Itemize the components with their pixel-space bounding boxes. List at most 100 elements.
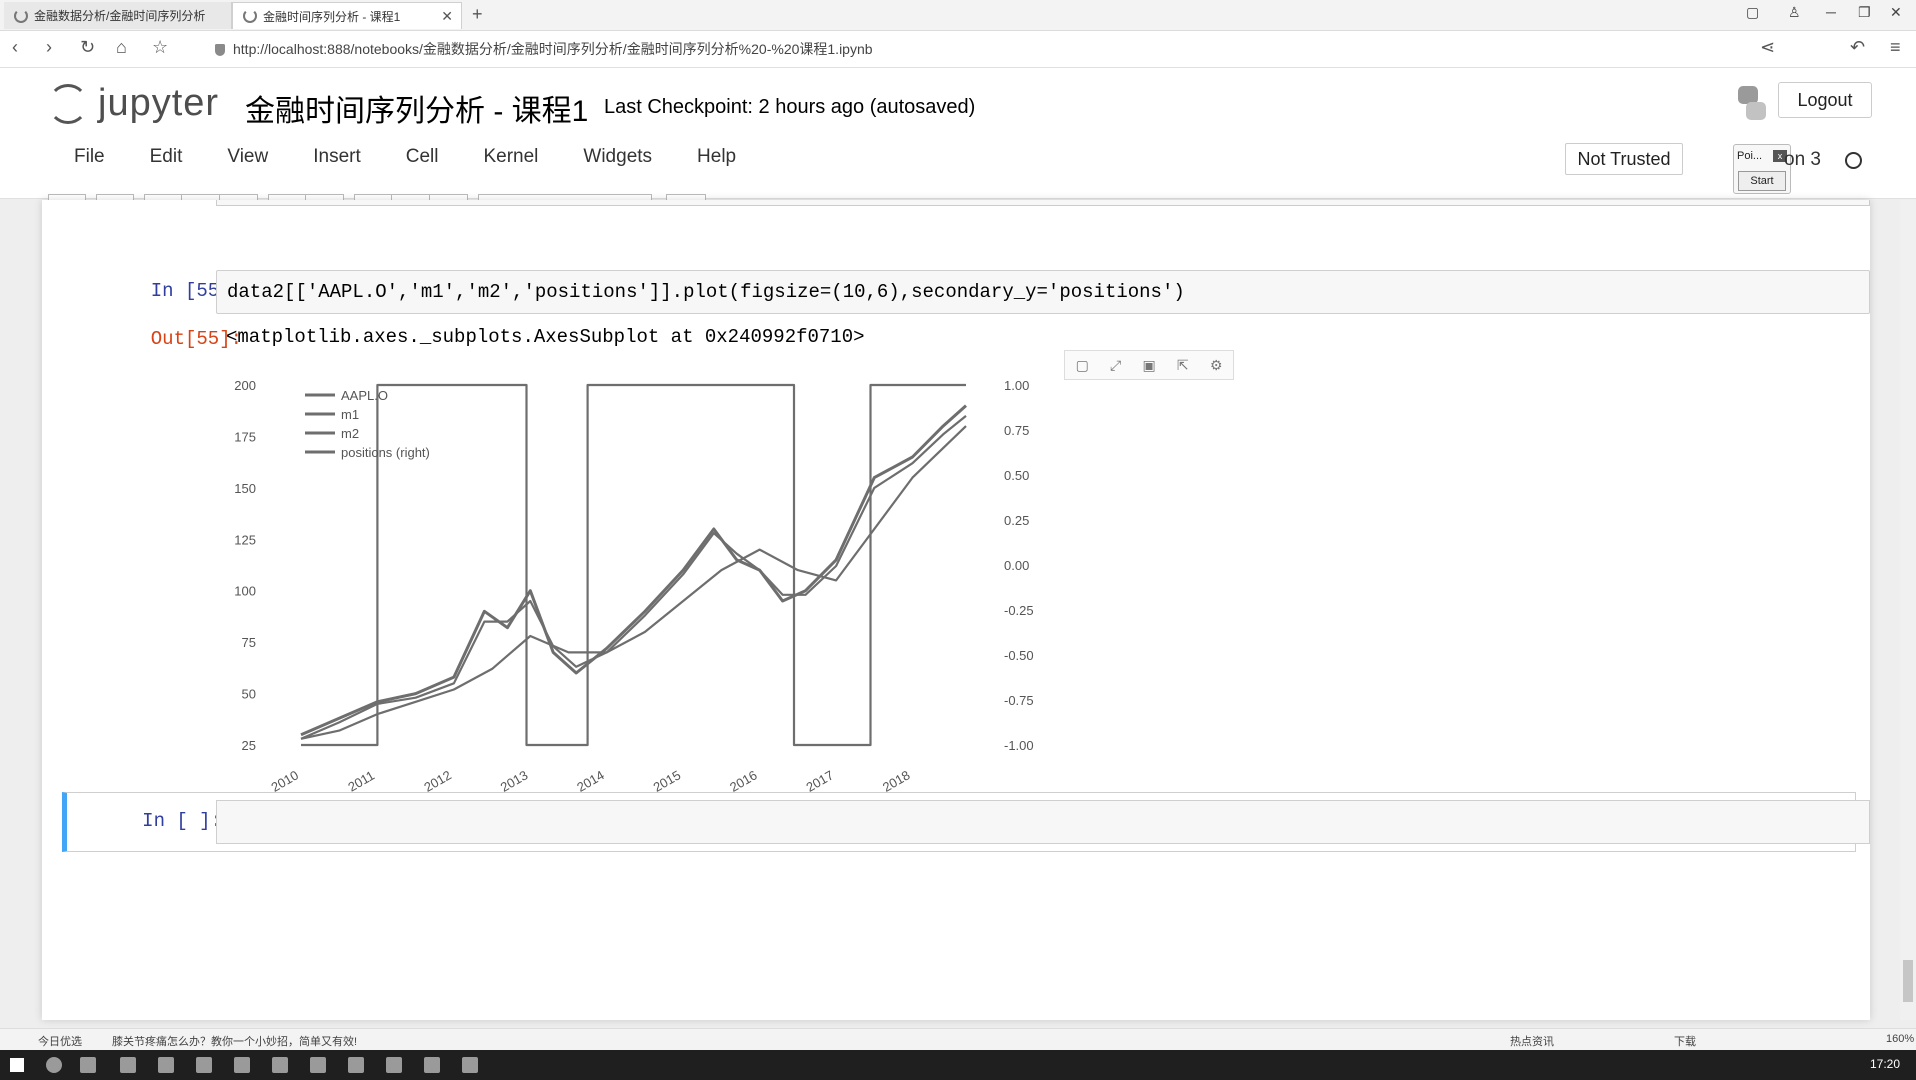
new-tab-icon[interactable]: +: [472, 4, 483, 25]
x-tick-label: 2016: [727, 767, 760, 794]
popover-start-button[interactable]: Start: [1738, 171, 1786, 191]
status-news-text[interactable]: 膝关节疼痛怎么办？教你一个小妙招，简单又有效!: [112, 1033, 357, 1049]
input-prompt-empty: In [ ]:: [142, 810, 222, 832]
not-trusted-button[interactable]: Not Trusted: [1565, 143, 1683, 175]
series-line-m2: [300, 425, 967, 740]
line-chart: 25 50 75 100 125 150 175 200 -1.00 -0.75 -0.50 -0.2…: [234, 378, 1034, 815]
y-tick-label-right: 0.75: [1004, 423, 1029, 438]
address-bar: ‹ › ↻ ⌂ ☆ http://localhost:888/notebooks…: [0, 31, 1916, 68]
y-tick-label-left: 25: [242, 738, 256, 753]
app-icon-4[interactable]: [234, 1057, 250, 1073]
reload-icon[interactable]: ↻: [80, 37, 95, 58]
status-hot-text[interactable]: 热点资讯: [1510, 1033, 1554, 1049]
close-tab-icon[interactable]: ✕: [441, 8, 453, 25]
app-icon-9[interactable]: [424, 1057, 440, 1073]
y-tick-label-left: 75: [242, 635, 256, 650]
security-shield-icon: [215, 44, 225, 57]
menu-file[interactable]: File: [74, 146, 105, 168]
status-left-text[interactable]: 今日优选: [38, 1033, 82, 1049]
x-tick-label: 2010: [268, 767, 301, 794]
maximize-icon[interactable]: ❐: [1858, 4, 1871, 21]
output-prompt: Out[55]:: [150, 328, 242, 350]
menu-bar: File Edit View Insert Cell Kernel Widget…: [74, 146, 781, 168]
y-tick-label-right: -0.75: [1004, 693, 1034, 708]
menu-view[interactable]: View: [227, 146, 268, 168]
popover-label: Poi...: [1737, 150, 1763, 162]
shirt-icon[interactable]: ♙: [1788, 4, 1801, 21]
task-view-icon[interactable]: [80, 1057, 96, 1073]
code-cell-input[interactable]: data2[['AAPL.O','m1','m2','positions']].…: [216, 270, 1870, 314]
tab-label: 金融数据分析/金融时间序列分析: [34, 9, 206, 23]
y-tick-label-left: 200: [234, 378, 256, 393]
url-text: http://localhost:888/notebooks/金融数据分析/金融…: [233, 41, 873, 57]
pointer-popover: Poi... x Start: [1733, 144, 1791, 194]
browser-tab-bar: 金融数据分析/金融时间序列分析 金融时间序列分析 - 课程1 ✕ + ▢ ♙ ─…: [0, 0, 1916, 31]
app-icon-2[interactable]: [158, 1057, 174, 1073]
scrollbar-thumb[interactable]: [1903, 960, 1913, 1002]
forward-icon[interactable]: ›: [46, 37, 52, 58]
x-tick-label: 2017: [804, 767, 837, 794]
y-tick-label-right: 0.50: [1004, 468, 1029, 483]
y-tick-label-right: -0.50: [1004, 648, 1034, 663]
page-scrollbar[interactable]: [1900, 200, 1916, 1020]
logout-button[interactable]: Logout: [1778, 82, 1872, 118]
menu-help[interactable]: Help: [697, 146, 736, 168]
menu-insert[interactable]: Insert: [313, 146, 361, 168]
home-icon[interactable]: ⌂: [116, 37, 127, 58]
x-tick-label: 2013: [498, 767, 531, 794]
notebook-title[interactable]: 金融时间序列分析 - 课程1: [245, 86, 588, 130]
browser-tab-2[interactable]: 金融时间序列分析 - 课程1 ✕: [232, 2, 462, 29]
legend-label: m2: [341, 426, 359, 441]
tab-count-icon[interactable]: ▢: [1746, 4, 1759, 21]
app-icon-1[interactable]: [120, 1057, 136, 1073]
jupyter-logo[interactable]: jupyter: [48, 82, 219, 125]
app-icon-5[interactable]: [272, 1057, 288, 1073]
app-icon-8[interactable]: [386, 1057, 402, 1073]
menu-edit[interactable]: Edit: [150, 146, 183, 168]
menu-widgets[interactable]: Widgets: [583, 146, 652, 168]
y-tick-label-right: 0.25: [1004, 513, 1029, 528]
app-icon-3[interactable]: [196, 1057, 212, 1073]
browser-menu-icon[interactable]: ≡: [1890, 37, 1901, 58]
x-tick-label: 2012: [421, 767, 454, 794]
x-tick-label: 2018: [880, 767, 913, 794]
share-icon[interactable]: ⋖: [1760, 37, 1775, 58]
app-icon-10[interactable]: [462, 1057, 478, 1073]
x-tick-label: 2015: [651, 767, 684, 794]
previous-cell[interactable]: [216, 200, 1870, 206]
windows-start-icon[interactable]: [10, 1058, 24, 1072]
tab-label: 金融时间序列分析 - 课程1: [263, 9, 401, 24]
status-download-text[interactable]: 下载: [1674, 1033, 1696, 1049]
menu-cell[interactable]: Cell: [406, 146, 439, 168]
back-icon[interactable]: ‹: [12, 37, 18, 58]
browser-status-bar: 今日优选 膝关节疼痛怎么办？教你一个小妙招，简单又有效! 热点资讯 下载 160…: [0, 1028, 1916, 1051]
jupyter-header: jupyter 金融时间序列分析 - 课程1 Last Checkpoint: …: [0, 68, 1916, 230]
cortana-icon[interactable]: [46, 1057, 62, 1073]
app-icon-6[interactable]: [310, 1057, 326, 1073]
y-tick-label-left: 125: [234, 532, 256, 547]
loading-icon: [243, 9, 257, 23]
y-tick-label-left: 100: [234, 584, 256, 599]
close-window-icon[interactable]: ✕: [1890, 4, 1902, 21]
bookmark-star-icon[interactable]: ☆: [152, 37, 168, 58]
menu-kernel[interactable]: Kernel: [483, 146, 538, 168]
empty-code-input[interactable]: [216, 800, 1870, 844]
browser-tab-1[interactable]: 金融数据分析/金融时间序列分析: [4, 2, 232, 29]
app-icon-7[interactable]: [348, 1057, 364, 1073]
undo-icon[interactable]: ↶: [1850, 37, 1865, 58]
kernel-name[interactable]: on 3: [1784, 149, 1821, 171]
python-logo-icon: [1738, 86, 1766, 120]
y-tick-label-right: -1.00: [1004, 738, 1034, 753]
legend-label: positions (right): [341, 445, 430, 460]
series-line-m1: [300, 415, 967, 740]
url-field[interactable]: http://localhost:888/notebooks/金融数据分析/金融…: [215, 37, 1655, 61]
notebook-container: In [55]: data2[['AAPL.O','m1','m2','posi…: [42, 200, 1870, 1020]
y-tick-label-left: 50: [242, 687, 256, 702]
checkpoint-status: Last Checkpoint: 2 hours ago (autosaved): [604, 96, 976, 118]
status-zoom-text[interactable]: 160%: [1886, 1033, 1914, 1045]
jupyter-orb-icon: [48, 83, 88, 124]
clock: 17:20: [1869, 1057, 1900, 1071]
minimize-icon[interactable]: ─: [1826, 4, 1836, 20]
legend-label: m1: [341, 407, 359, 422]
y-tick-label-right: 0.00: [1004, 558, 1029, 573]
